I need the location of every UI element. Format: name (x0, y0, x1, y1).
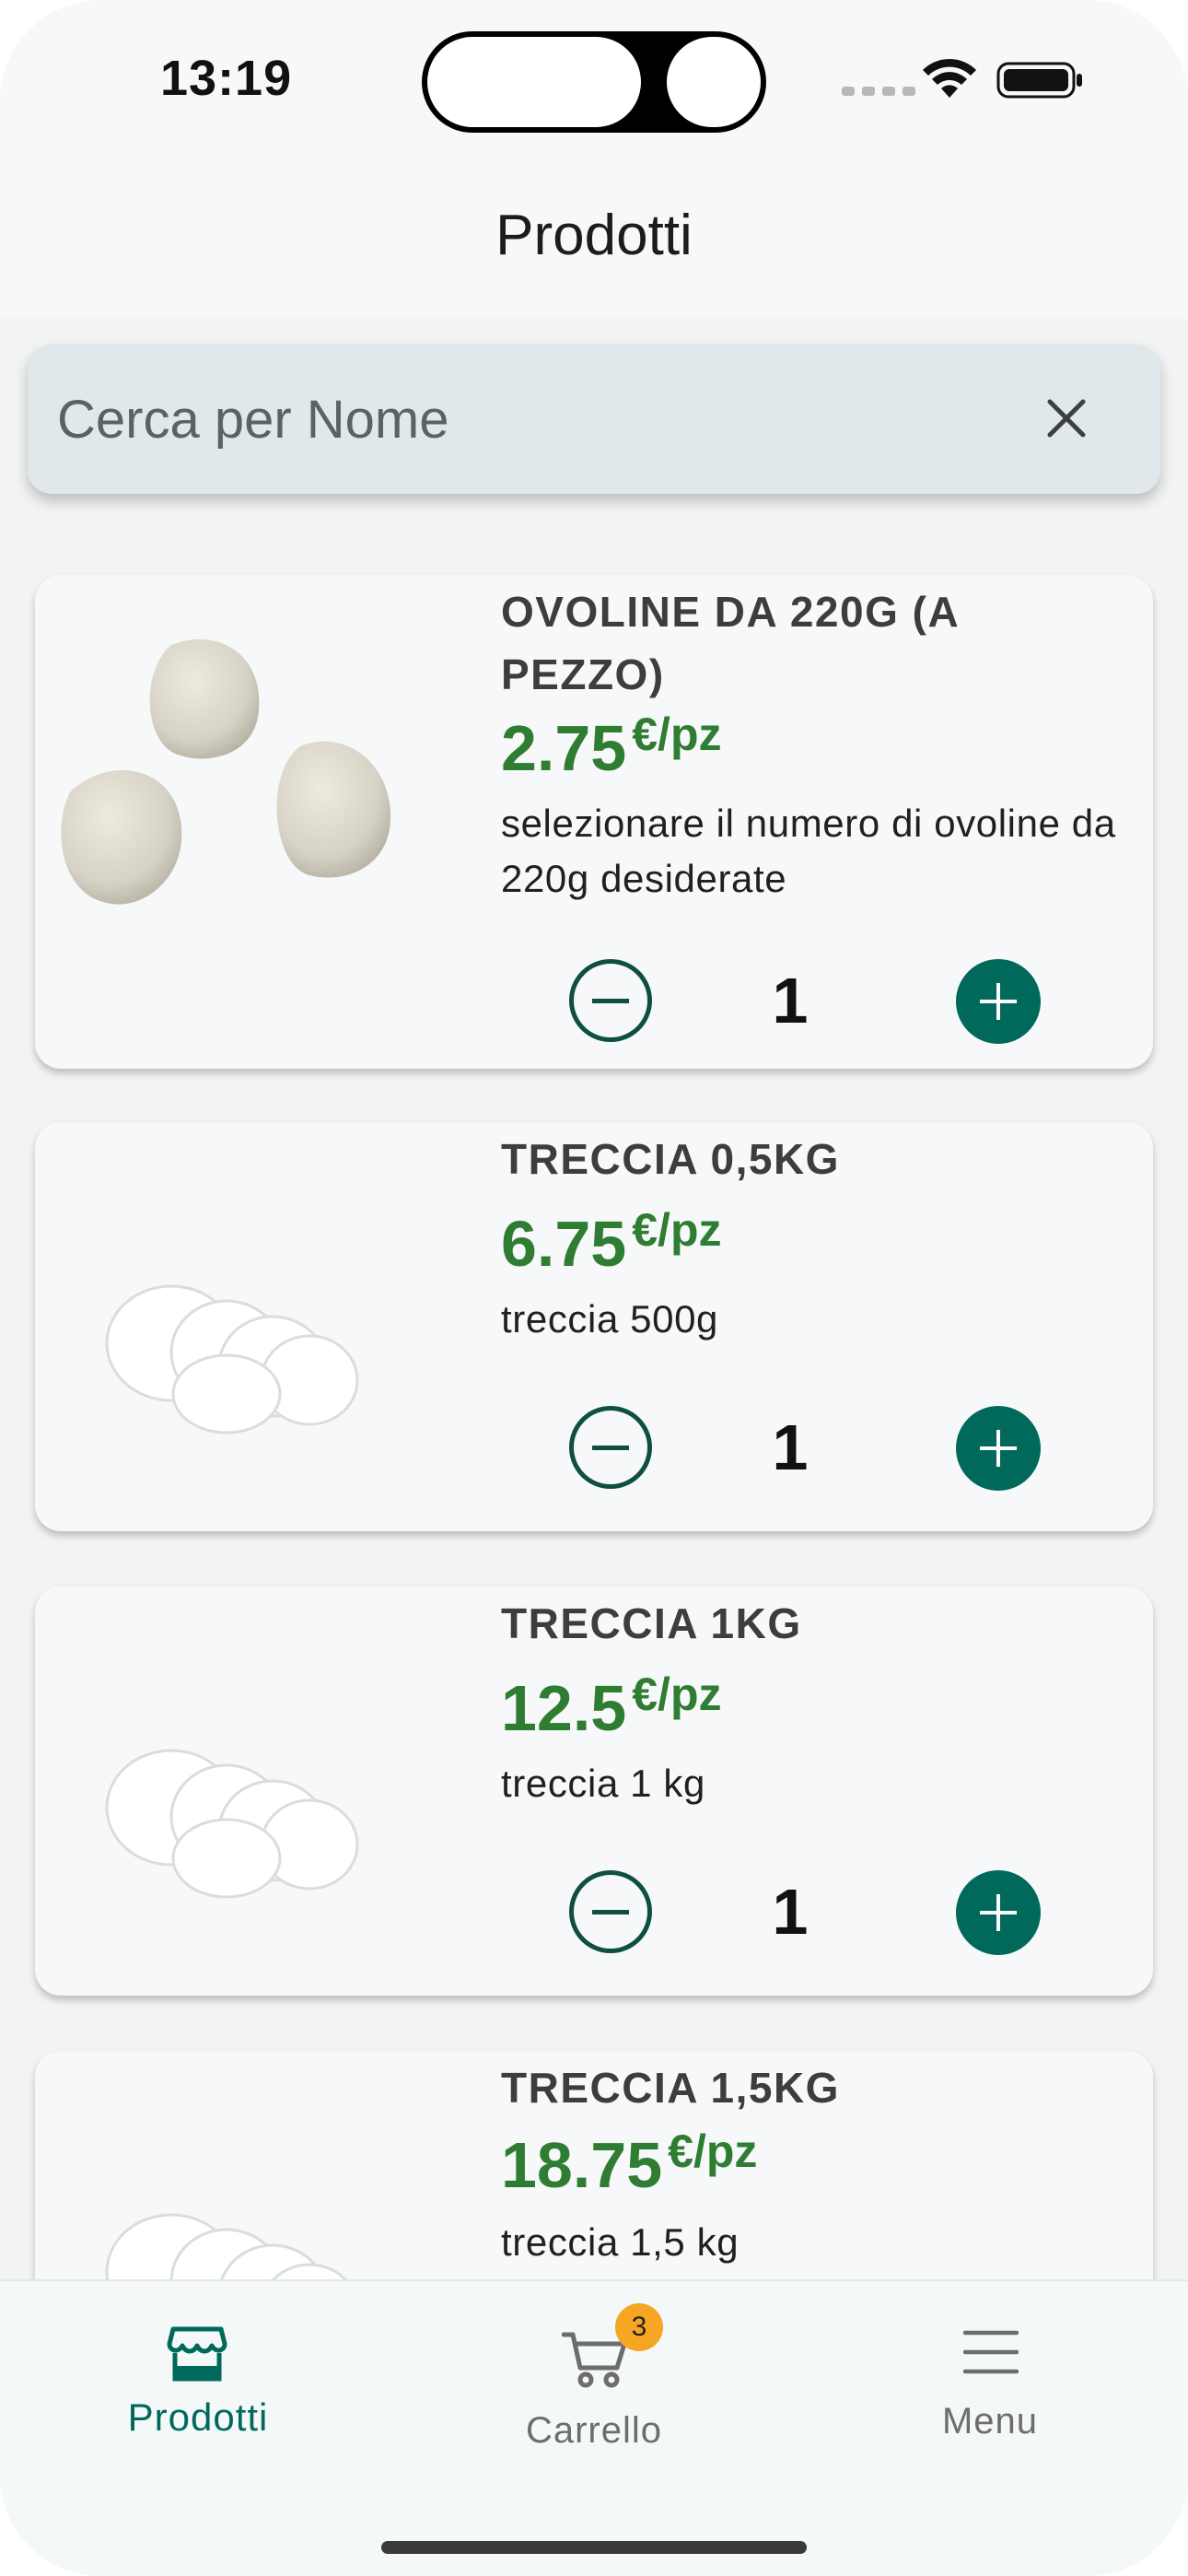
product-description: selezionare il numero di ovoline da 220g… (501, 802, 1116, 900)
price-unit: €/pz (632, 1669, 722, 1720)
product-image (61, 638, 391, 905)
product-image (105, 1749, 359, 1899)
app-screen: 13:19 Prodotti Cerca per Nome OVOLINE DA… (0, 0, 1188, 2576)
product-description: treccia 1 kg (501, 1762, 705, 1805)
product-price: 2.75 €/pz (501, 711, 722, 785)
close-icon (1047, 399, 1086, 438)
page-title: Prodotti (495, 204, 693, 267)
product-price: 18.75 €/pz (501, 2128, 757, 2202)
product-card: TRECCIA 1KG 12.5 €/pz treccia 1 kg 1 (35, 1587, 1153, 1996)
cart-count-badge: 3 (615, 2303, 663, 2351)
nav-item-prodotti[interactable]: Prodotti (0, 2281, 396, 2502)
quantity-value: 1 (772, 1876, 809, 1948)
clear-search-button[interactable] (1039, 391, 1094, 446)
battery-icon (996, 62, 1082, 99)
wifi-icon (923, 58, 976, 98)
price-value: 2.75 (501, 712, 627, 784)
menu-icon (963, 2330, 1019, 2374)
quantity-value: 1 (772, 1411, 809, 1483)
status-time: 13:19 (160, 51, 293, 106)
nav-label: Prodotti (127, 2395, 269, 2439)
price-unit: €/pz (632, 1204, 722, 1256)
increase-quantity-button[interactable] (956, 1406, 1041, 1491)
product-image (105, 1284, 359, 1434)
decrease-quantity-button[interactable] (569, 1406, 652, 1489)
bottom-navigation: Prodotti 3 Carrello Menu (0, 2279, 1188, 2576)
store-icon (167, 2326, 227, 2382)
product-name: TRECCIA 0,5KG (501, 1135, 840, 1183)
price-value: 6.75 (501, 1208, 627, 1280)
status-bar: 13:19 (0, 0, 1188, 157)
quantity-value: 1 (772, 965, 809, 1036)
nav-item-carrello[interactable]: 3 Carrello (396, 2281, 792, 2502)
product-description: treccia 1,5 kg (501, 2220, 740, 2264)
home-indicator[interactable] (381, 2541, 807, 2554)
price-unit: €/pz (668, 2125, 758, 2177)
decrease-quantity-button[interactable] (569, 1870, 652, 1953)
search-bar (28, 345, 1160, 494)
dynamic-island (422, 31, 766, 133)
nav-item-menu[interactable]: Menu (792, 2281, 1188, 2502)
price-value: 12.5 (501, 1672, 627, 1744)
product-price: 12.5 €/pz (501, 1671, 722, 1745)
decrease-quantity-button[interactable] (569, 959, 652, 1042)
product-card: OVOLINE DA 220G (A PEZZO) 2.75 €/pz sele… (35, 575, 1153, 1069)
product-card: TRECCIA 0,5KG 6.75 €/pz treccia 500g 1 (35, 1122, 1153, 1531)
cellular-signal-icon (842, 87, 915, 96)
price-unit: €/pz (632, 708, 722, 760)
price-value: 18.75 (501, 2129, 663, 2201)
increase-quantity-button[interactable] (956, 1870, 1041, 1955)
product-description: treccia 500g (501, 1297, 719, 1341)
nav-label: Menu (941, 2401, 1039, 2441)
increase-quantity-button[interactable] (956, 959, 1041, 1044)
app-header: Prodotti (0, 157, 1188, 319)
nav-label: Carrello (525, 2410, 663, 2451)
product-name: TRECCIA 1KG (501, 1599, 802, 1647)
product-name: TRECCIA 1,5KG (501, 2064, 840, 2112)
product-price: 6.75 €/pz (501, 1207, 722, 1281)
search-input[interactable] (57, 378, 978, 461)
product-name: OVOLINE DA 220G (A PEZZO) (501, 588, 959, 698)
